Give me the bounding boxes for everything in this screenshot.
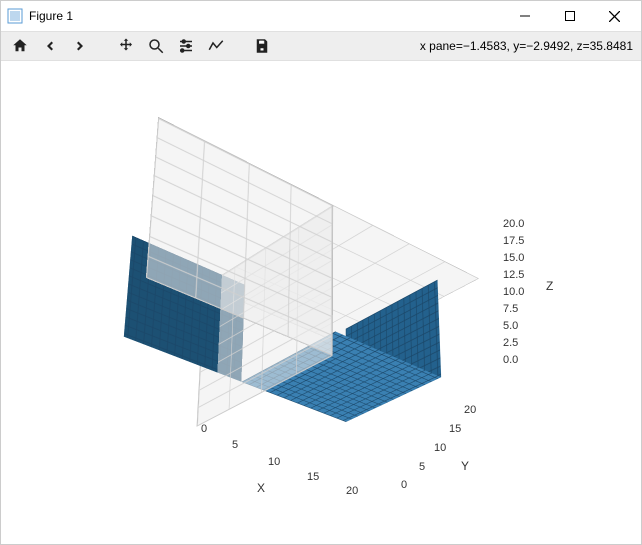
toolbar: x pane=−1.4583, y=−2.9492, z=35.8481 <box>1 31 641 61</box>
x-axis-label: X <box>257 481 265 495</box>
z-axis-label: Z <box>546 279 553 293</box>
y-tick: 15 <box>449 423 461 435</box>
y-tick: 10 <box>434 442 446 454</box>
z-tick: 2.5 <box>503 337 518 349</box>
z-tick: 7.5 <box>503 303 518 315</box>
z-tick: 5.0 <box>503 320 518 332</box>
x-tick: 20 <box>346 485 358 497</box>
y-axis-label: Y <box>461 459 469 473</box>
app-icon <box>7 8 23 24</box>
pan-icon[interactable] <box>115 35 137 57</box>
y-tick: 0 <box>401 479 407 491</box>
window-titlebar: Figure 1 <box>1 1 641 31</box>
forward-icon[interactable] <box>69 35 91 57</box>
maximize-button[interactable] <box>547 2 592 30</box>
minimize-button[interactable] <box>502 2 547 30</box>
zoom-icon[interactable] <box>145 35 167 57</box>
home-icon[interactable] <box>9 35 31 57</box>
z-tick: 15.0 <box>503 252 524 264</box>
x-tick: 10 <box>268 456 280 468</box>
back-icon[interactable] <box>39 35 61 57</box>
z-tick: 20.0 <box>503 218 524 230</box>
y-tick: 20 <box>464 404 476 416</box>
window-title: Figure 1 <box>29 9 502 23</box>
save-icon[interactable] <box>251 35 273 57</box>
configure-subplots-icon[interactable] <box>175 35 197 57</box>
plot-canvas[interactable]: 0.0 2.5 5.0 7.5 10.0 12.5 15.0 17.5 20.0… <box>1 61 641 544</box>
close-button[interactable] <box>592 2 637 30</box>
z-tick: 12.5 <box>503 269 524 281</box>
edit-icon[interactable] <box>205 35 227 57</box>
z-tick: 10.0 <box>503 286 524 298</box>
x-tick: 15 <box>307 471 319 483</box>
z-tick: 17.5 <box>503 235 524 247</box>
axis-labels: 0.0 2.5 5.0 7.5 10.0 12.5 15.0 17.5 20.0… <box>1 61 641 544</box>
x-tick: 5 <box>232 439 238 451</box>
y-tick: 5 <box>419 461 425 473</box>
x-tick: 0 <box>201 423 207 435</box>
cursor-status: x pane=−1.4583, y=−2.9492, z=35.8481 <box>420 39 633 53</box>
z-tick: 0.0 <box>503 354 518 366</box>
